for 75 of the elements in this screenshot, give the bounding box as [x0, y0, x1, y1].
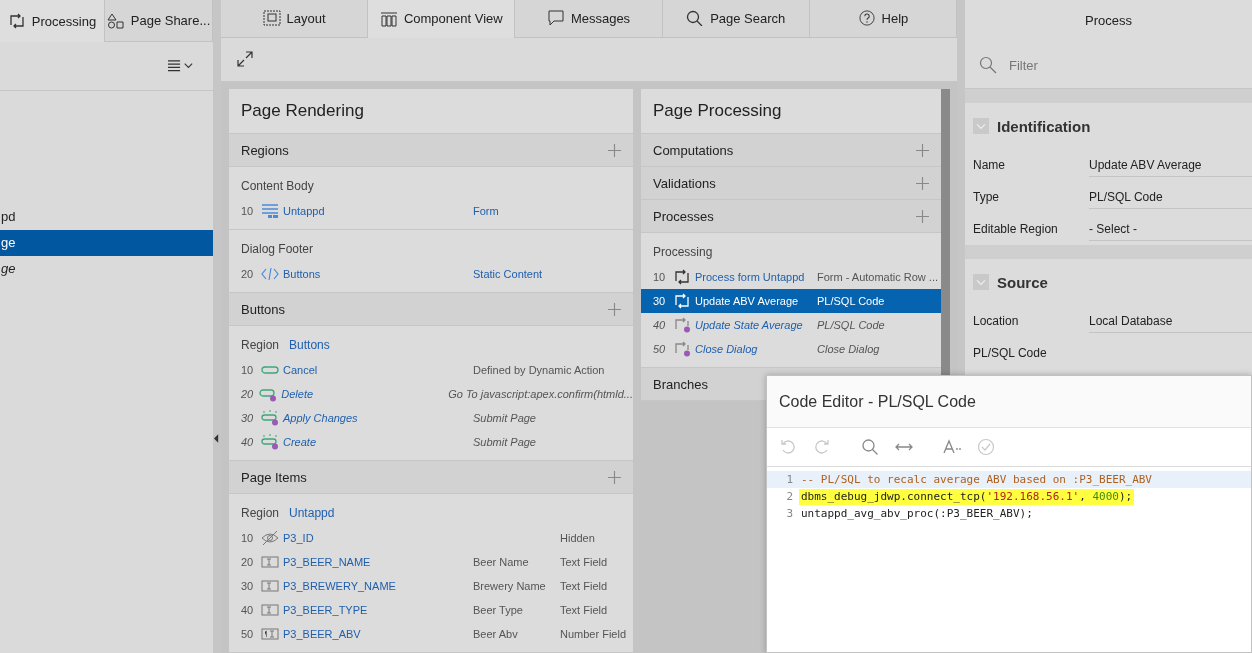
region-type: Static Content	[473, 268, 543, 280]
item-type: Text Field	[560, 580, 608, 592]
item-type: Hidden	[560, 532, 595, 544]
property-label: PL/SQL Code	[973, 346, 1048, 360]
process-type: Close Dialog	[817, 343, 880, 355]
component-name: Buttons	[283, 268, 322, 280]
property-group-title: Source	[997, 273, 1048, 291]
sequence-number: 30	[241, 412, 255, 424]
line-number: 2	[785, 490, 794, 503]
process-type: PL/SQL Code	[817, 319, 885, 331]
process-type: Form - Automatic Row ...	[817, 271, 939, 283]
button-action: Submit Page	[473, 412, 536, 424]
group-label: Region	[241, 337, 280, 354]
group-label: Processing	[653, 244, 713, 261]
code-line: -- PL/SQL to recalc average ABV based on :P3_BEER_ABV	[800, 471, 1153, 488]
component-name: Untappd	[283, 205, 326, 217]
line-number: 3	[785, 507, 794, 520]
sequence-number: 10	[241, 532, 255, 544]
component-name: Close Dialog	[695, 343, 759, 355]
item-label: Beer Name	[473, 556, 529, 568]
property-label: Editable Region	[973, 222, 1059, 236]
code-line: untappd_avg_abv_proc(:P3_BEER_ABV);	[800, 505, 1034, 522]
sequence-number: 20	[241, 388, 254, 400]
section-title: Buttons	[241, 301, 286, 317]
section-title: Branches	[653, 376, 708, 392]
process-type: PL/SQL Code	[817, 295, 885, 307]
group-label: Dialog Footer	[241, 241, 314, 258]
component-name: Cancel	[283, 364, 319, 376]
component-name: P3_BEER_NAME	[283, 556, 372, 568]
property-label: Location	[973, 314, 1020, 328]
component-name: Apply Changes	[283, 412, 359, 424]
group-label: Content Body	[241, 178, 314, 195]
sequence-number: 50	[653, 343, 667, 355]
section-title: Validations	[653, 175, 716, 191]
section-title: Computations	[653, 142, 734, 158]
component-name: P3_BEER_ABV	[283, 628, 362, 640]
section-title: Page Items	[241, 469, 307, 485]
section-title: Processes	[653, 208, 714, 224]
sequence-number: 10	[241, 364, 255, 376]
component-name: Update State Average	[695, 319, 804, 331]
component-name: P3_BREWERY_NAME	[283, 580, 397, 592]
sequence-number: 10	[241, 205, 255, 217]
item-label: Brewery Name	[473, 580, 546, 592]
sequence-number: 30	[653, 295, 667, 307]
component-name: Process form Untappd	[695, 271, 806, 283]
button-action: Go To javascript:apex.confirm(htmld...	[448, 388, 633, 400]
property-label: Name	[973, 158, 1006, 172]
section-title: Regions	[241, 142, 289, 158]
sequence-number: 20	[241, 556, 255, 568]
region-type: Form	[473, 205, 499, 217]
property-group-title: Identification	[997, 117, 1091, 135]
item-label: Beer Abv	[473, 628, 518, 640]
sequence-number: 50	[241, 628, 255, 640]
item-type: Text Field	[560, 556, 608, 568]
button-action: Submit Page	[473, 436, 536, 448]
component-name: P3_ID	[283, 532, 315, 544]
property-label: Type	[973, 190, 1000, 204]
item-type: Text Field	[560, 604, 608, 616]
item-label: Beer Type	[473, 604, 523, 616]
component-name: Create	[283, 436, 318, 448]
component-name: P3_BEER_TYPE	[283, 604, 369, 616]
component-name: Delete	[281, 388, 315, 400]
sequence-number: 40	[241, 436, 255, 448]
component-name: Update ABV Average	[695, 295, 800, 307]
sequence-number: 20	[241, 268, 255, 280]
sequence-number: 30	[241, 580, 255, 592]
button-action: Defined by Dynamic Action	[473, 364, 605, 376]
panel-title: Process	[1084, 12, 1133, 30]
item-type: Number Field	[560, 628, 627, 640]
sequence-number: 40	[653, 319, 667, 331]
dialog-title: Code Editor - PL/SQL Code	[767, 376, 1251, 428]
sequence-number: 10	[653, 271, 667, 283]
sequence-number: 40	[241, 604, 255, 616]
line-number: 1	[785, 473, 794, 486]
group-label: Region	[241, 505, 280, 522]
